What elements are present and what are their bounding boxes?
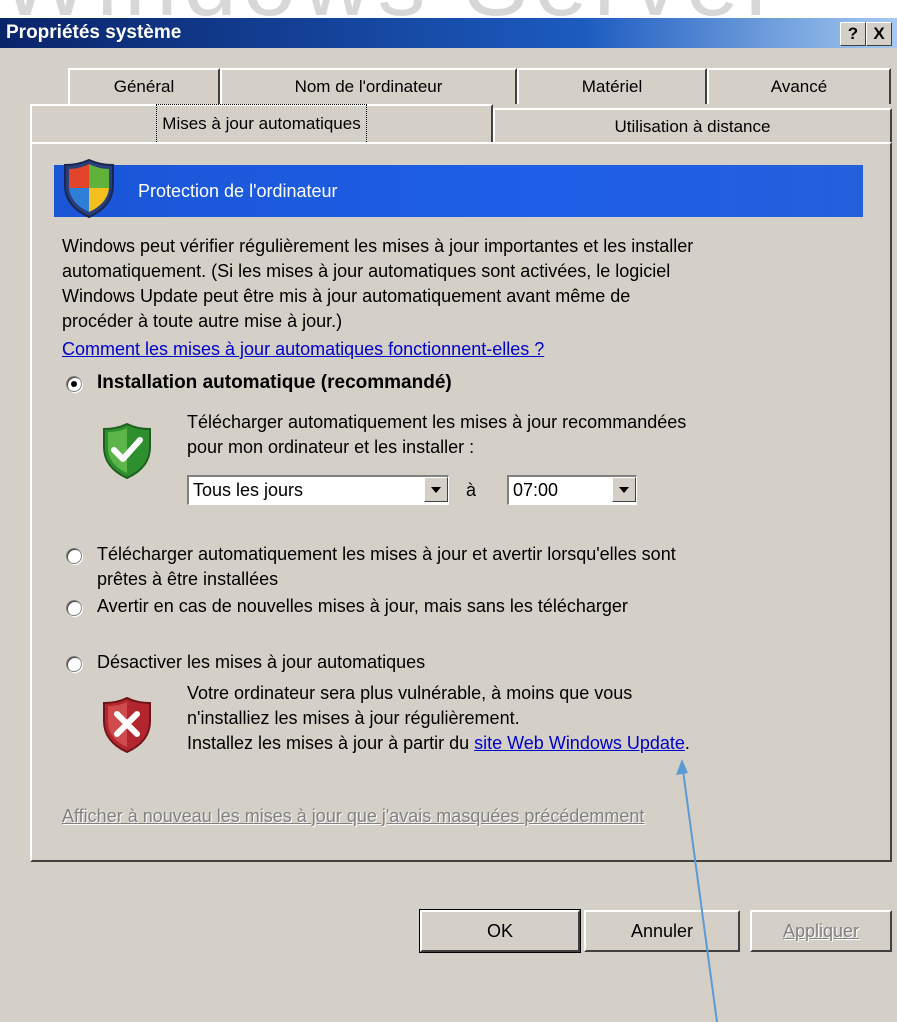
background-watermark-text: Windows Server [0, 0, 897, 18]
annotation-arrow [676, 759, 718, 1022]
system-properties-dialog: Propriétés système ? X Général Nom de l'… [0, 18, 897, 1022]
